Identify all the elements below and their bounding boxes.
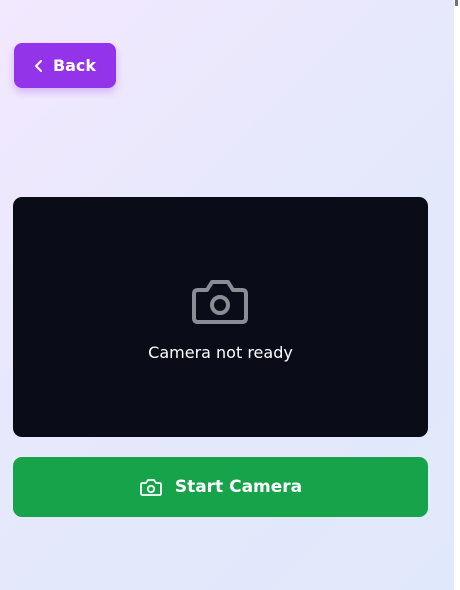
start-camera-label: Start Camera	[174, 477, 303, 497]
start-camera-button[interactable]: Start Camera	[13, 457, 428, 517]
chevron-left-icon	[34, 59, 42, 72]
back-button-label: Back	[52, 56, 97, 75]
window-edge-marker	[455, 0, 458, 6]
camera-icon	[192, 280, 248, 324]
camera-icon	[139, 479, 162, 496]
window-edge-strip	[454, 0, 460, 590]
back-button[interactable]: Back	[14, 43, 116, 88]
camera-status-text: Camera not ready	[148, 343, 293, 362]
